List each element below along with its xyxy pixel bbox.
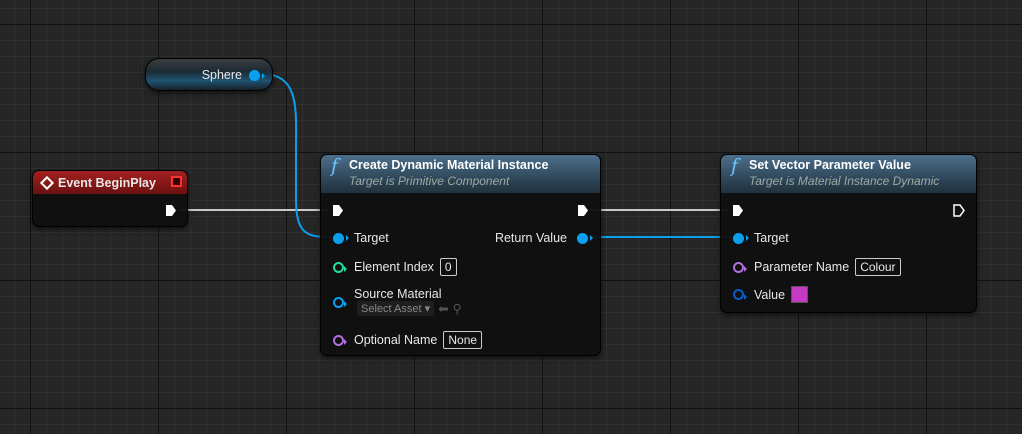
target-pin-row[interactable]: Target xyxy=(333,231,389,245)
value-label: Value xyxy=(754,287,786,302)
node-title: Create Dynamic Material Instance xyxy=(349,158,549,172)
target-pin[interactable] xyxy=(733,232,749,244)
function-icon: f xyxy=(331,155,339,177)
target-pin-row[interactable]: Target xyxy=(733,231,789,245)
target-label: Target xyxy=(754,231,789,245)
function-icon: f xyxy=(731,155,739,177)
node-title: Set Vector Parameter Value xyxy=(749,158,911,172)
create-dynamic-material-instance-node[interactable]: f Create Dynamic Material Instance Targe… xyxy=(320,154,601,356)
node-subtitle: Target is Material Instance Dynamic xyxy=(749,174,940,188)
sphere-label: Sphere xyxy=(201,68,242,82)
parameter-name-label: Parameter Name xyxy=(754,260,850,274)
source-material-label: Source Material xyxy=(354,287,442,301)
node-subtitle: Target is Primitive Component xyxy=(349,174,510,188)
event-beginplay-node[interactable]: Event BeginPlay xyxy=(32,170,188,227)
element-index-pin-row[interactable]: Element Index 0 xyxy=(333,258,457,276)
return-value-label: Return Value xyxy=(494,231,567,245)
event-icon xyxy=(39,175,55,190)
optional-name-pin[interactable] xyxy=(333,334,347,346)
parameter-name-input[interactable]: Colour xyxy=(855,258,901,276)
event-header: Event BeginPlay xyxy=(33,171,187,194)
value-pin[interactable] xyxy=(733,289,747,300)
node-header: f Create Dynamic Material Instance Targe… xyxy=(321,155,600,193)
browse-search-icon[interactable]: ⚲ xyxy=(453,301,462,316)
return-value-pin-row[interactable]: Return Value xyxy=(494,231,593,245)
exec-out-pin-icon[interactable] xyxy=(953,204,965,217)
target-pin[interactable] xyxy=(333,232,349,244)
node-header: f Set Vector Parameter Value Target is M… xyxy=(721,155,976,193)
optional-name-input[interactable]: None xyxy=(443,331,483,349)
sphere-output-pin[interactable] xyxy=(249,70,265,81)
delegate-pin-icon[interactable] xyxy=(171,176,182,187)
optional-name-pin-row[interactable]: Optional Name None xyxy=(333,331,483,349)
target-label: Target xyxy=(354,231,389,245)
sphere-node[interactable]: Sphere xyxy=(145,58,273,91)
select-asset-label: Select Asset xyxy=(361,303,422,315)
exec-out-pin-icon[interactable] xyxy=(577,204,589,217)
value-pin-row[interactable]: Value xyxy=(733,286,809,303)
parameter-name-pin[interactable] xyxy=(733,261,747,273)
element-index-input[interactable]: 0 xyxy=(439,258,457,276)
set-vector-parameter-value-node[interactable]: f Set Vector Parameter Value Target is M… xyxy=(720,154,977,313)
source-material-pin[interactable] xyxy=(333,296,347,308)
use-selected-arrow-icon[interactable]: ⬅ xyxy=(438,301,448,316)
select-asset-dropdown[interactable]: Select Asset ▾ xyxy=(357,301,435,316)
return-value-pin[interactable] xyxy=(577,232,593,244)
element-index-pin[interactable] xyxy=(333,261,347,273)
exec-out-pin-icon[interactable] xyxy=(165,204,177,217)
event-title: Event BeginPlay xyxy=(58,175,156,190)
asset-picker: Select Asset ▾ ⬅ ⚲ xyxy=(357,301,462,316)
value-color-swatch[interactable] xyxy=(791,286,809,303)
exec-in-pin-icon[interactable] xyxy=(732,204,744,217)
optional-name-label: Optional Name xyxy=(354,333,438,347)
element-index-label: Element Index xyxy=(354,260,434,274)
parameter-name-pin-row[interactable]: Parameter Name Colour xyxy=(733,258,901,276)
exec-in-pin-icon[interactable] xyxy=(332,204,344,217)
